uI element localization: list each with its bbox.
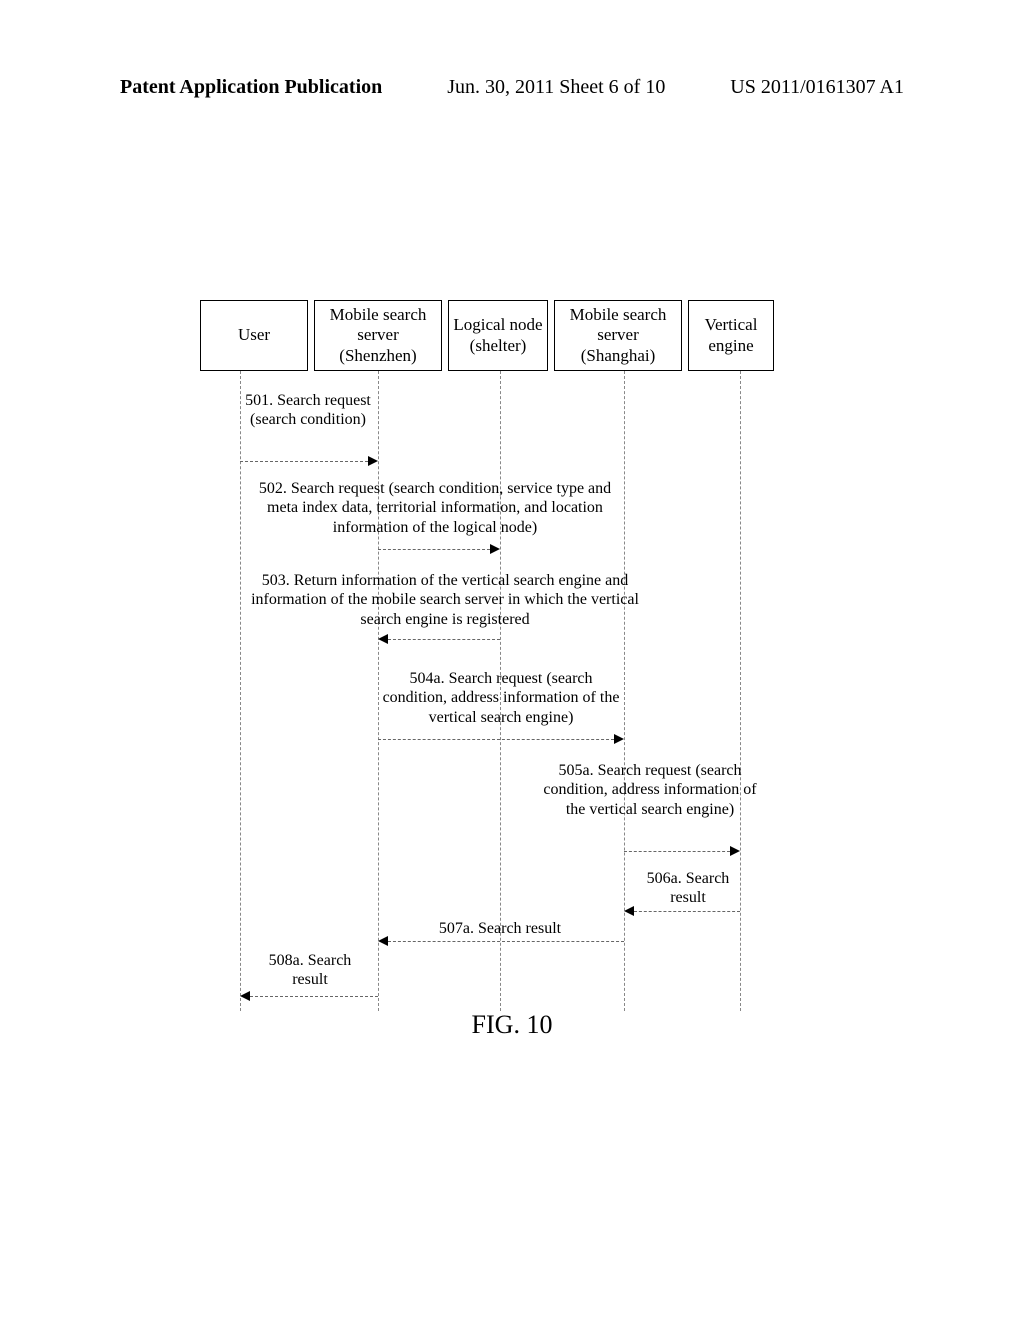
actor-mobile-server-shanghai: Mobile search server (Shanghai) (554, 300, 682, 371)
arrow-506a (634, 911, 740, 912)
actor-vertical-engine: Vertical engine (688, 300, 774, 371)
arrow-head-506a (624, 906, 634, 916)
message-508a-label: 508a. Search result (250, 951, 370, 989)
message-507a-label: 507a. Search result (400, 919, 600, 938)
figure-caption: FIG. 10 (0, 1010, 1024, 1040)
arrow-507a (388, 941, 624, 942)
header-patent-number: US 2011/0161307 A1 (730, 76, 904, 99)
actor-row: User Mobile search server (Shenzhen) Log… (200, 300, 800, 371)
arrow-508a (250, 996, 378, 997)
lifelines-container: 501. Search request (search condition) 5… (200, 371, 800, 1011)
arrow-504a (378, 739, 614, 740)
message-504a-label: 504a. Search request (search condition, … (378, 669, 624, 727)
page-header: Patent Application Publication Jun. 30, … (0, 76, 1024, 99)
arrow-head-507a (378, 936, 388, 946)
lifeline-user (240, 371, 241, 1011)
arrow-503 (388, 639, 500, 640)
message-505a-label: 505a. Search request (search condition, … (540, 761, 760, 819)
arrow-502 (378, 549, 490, 550)
header-publication: Patent Application Publication (120, 76, 382, 99)
actor-user: User (200, 300, 308, 371)
sequence-diagram: User Mobile search server (Shenzhen) Log… (200, 300, 800, 1011)
lifeline-vertical-engine (740, 371, 741, 1011)
arrow-head-505a (730, 846, 740, 856)
actor-mobile-server-shenzhen: Mobile search server (Shenzhen) (314, 300, 442, 371)
message-501-label: 501. Search request (search condition) (242, 391, 374, 429)
arrow-501 (240, 461, 368, 462)
arrow-head-503 (378, 634, 388, 644)
actor-logical-node: Logical node (shelter) (448, 300, 548, 371)
arrow-head-501 (368, 456, 378, 466)
message-506a-label: 506a. Search result (632, 869, 744, 907)
message-503-label: 503. Return information of the vertical … (250, 571, 640, 629)
arrow-head-508a (240, 991, 250, 1001)
header-date-sheet: Jun. 30, 2011 Sheet 6 of 10 (447, 76, 665, 99)
arrow-head-504a (614, 734, 624, 744)
message-502-label: 502. Search request (search condition, s… (250, 479, 620, 537)
arrow-505a (624, 851, 730, 852)
arrow-head-502 (490, 544, 500, 554)
